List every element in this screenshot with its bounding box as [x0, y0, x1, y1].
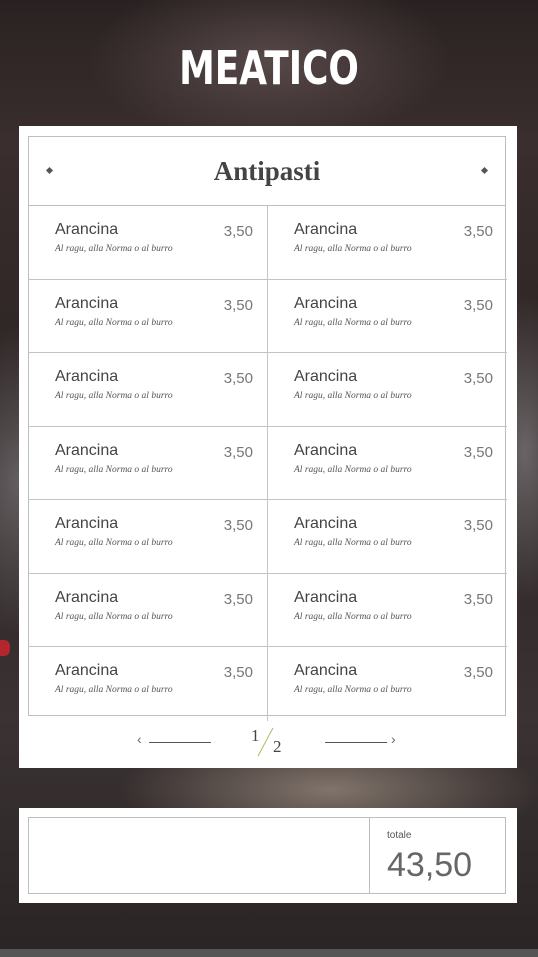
- item-name: Arancina: [55, 294, 119, 312]
- menu-item[interactable]: Arancina 3,50 Al ragu, alla Norma o al b…: [268, 427, 507, 500]
- item-description: Al ragu, alla Norma o al burro: [294, 464, 412, 475]
- current-page: 1: [251, 726, 260, 745]
- item-description: Al ragu, alla Norma o al burro: [55, 317, 173, 328]
- item-price: 3,50: [223, 296, 253, 314]
- item-description: Al ragu, alla Norma o al burro: [55, 685, 173, 695]
- item-description: Al ragu, alla Norma o al burro: [55, 464, 173, 475]
- diamond-icon: [45, 166, 54, 175]
- menu-item[interactable]: Arancina 3,50 Al ragu, alla Norma o al b…: [29, 500, 268, 574]
- item-name: Arancina: [55, 588, 119, 606]
- menu-item[interactable]: Arancina 3,50 Al ragu, alla Norma o al b…: [268, 280, 507, 353]
- item-description: Al ragu, alla Norma o al burro: [294, 391, 412, 401]
- item-price: 3,50: [223, 590, 253, 608]
- section-title: Antipasti: [213, 155, 321, 186]
- menu-item[interactable]: Arancina 3,50 Al ragu, alla Norma o al b…: [268, 206, 507, 280]
- item-name: Arancina: [55, 221, 119, 238]
- item-price: 3,50: [223, 664, 253, 681]
- order-summary-card: totale 43,50: [19, 808, 517, 903]
- item-price: 3,50: [463, 223, 493, 240]
- item-price: 3,50: [463, 443, 493, 461]
- item-price: 3,50: [223, 223, 253, 240]
- chevron-right-icon[interactable]: ›: [391, 731, 396, 747]
- menu-item[interactable]: Arancina 3,50 Al ragu, alla Norma o al b…: [29, 573, 268, 647]
- page-separator: [257, 727, 274, 757]
- item-description: Al ragu, alla Norma o al burro: [294, 317, 412, 328]
- item-name: Arancina: [55, 515, 119, 532]
- item-description: Al ragu, alla Norma o al burro: [294, 538, 412, 548]
- section-header: Antipasti: [29, 137, 505, 206]
- menu-item[interactable]: Arancina 3,50 Al ragu, alla Norma o al b…: [268, 353, 507, 427]
- menu-item[interactable]: Arancina 3,50 Al ragu, alla Norma o al b…: [268, 574, 507, 647]
- menu-item[interactable]: Arancina 3,50 Al ragu, alla Norma o al b…: [29, 426, 268, 500]
- item-price: 3,50: [463, 517, 493, 534]
- item-name: Arancina: [55, 368, 119, 385]
- item-description: Al ragu, alla Norma o al burro: [55, 538, 173, 548]
- pagination: ‹ 1 2 ›: [19, 726, 517, 758]
- menu-grid: Arancina 3,50 Al ragu, alla Norma o al b…: [29, 206, 507, 721]
- total-label: totale: [387, 830, 412, 841]
- item-description: Al ragu, alla Norma o al burro: [55, 391, 173, 401]
- item-price: 3,50: [223, 517, 253, 534]
- menu-item[interactable]: Arancina 3,50 Al ragu, alla Norma o al b…: [29, 647, 268, 721]
- order-summary-frame: totale 43,50: [28, 817, 506, 894]
- total-value: 43,50: [387, 846, 473, 884]
- bottom-bar: [0, 949, 538, 957]
- item-name: Arancina: [55, 662, 119, 679]
- item-price: 3,50: [223, 443, 253, 461]
- diamond-icon: [480, 166, 489, 175]
- menu-frame: Antipasti Arancina 3,50 Al ragu, alla No…: [28, 136, 507, 721]
- menu-item[interactable]: Arancina 3,50 Al ragu, alla Norma o al b…: [29, 353, 268, 427]
- menu-item[interactable]: Arancina 3,50 Al ragu, alla Norma o al b…: [29, 206, 268, 280]
- item-name: Arancina: [294, 441, 358, 459]
- item-description: Al ragu, alla Norma o al burro: [294, 244, 412, 254]
- item-price: 3,50: [463, 590, 493, 608]
- item-description: Al ragu, alla Norma o al burro: [294, 611, 412, 622]
- chevron-left-icon[interactable]: ‹: [137, 731, 142, 747]
- pager-line-right: [325, 742, 387, 743]
- item-description: Al ragu, alla Norma o al burro: [294, 685, 412, 695]
- item-name: Arancina: [294, 294, 358, 312]
- item-name: Arancina: [294, 515, 358, 532]
- menu-card: Antipasti Arancina 3,50 Al ragu, alla No…: [19, 126, 517, 768]
- item-name: Arancina: [294, 368, 358, 385]
- menu-item[interactable]: Arancina 3,50 Al ragu, alla Norma o al b…: [268, 500, 507, 574]
- item-description: Al ragu, alla Norma o al burro: [55, 611, 173, 622]
- item-name: Arancina: [294, 221, 358, 238]
- item-price: 3,50: [463, 296, 493, 314]
- total-pages: 2: [273, 737, 282, 756]
- order-items-area[interactable]: [29, 818, 370, 893]
- item-price: 3,50: [463, 664, 493, 681]
- pager-line-left: [149, 742, 211, 743]
- item-description: Al ragu, alla Norma o al burro: [55, 244, 173, 254]
- menu-item[interactable]: Arancina 3,50 Al ragu, alla Norma o al b…: [29, 279, 268, 353]
- item-name: Arancina: [294, 662, 358, 679]
- brand-logo: MEATICO: [179, 41, 359, 95]
- item-name: Arancina: [294, 588, 358, 606]
- menu-item[interactable]: Arancina 3,50 Al ragu, alla Norma o al b…: [268, 647, 507, 721]
- background-accent: [0, 640, 10, 656]
- item-price: 3,50: [223, 370, 253, 387]
- item-price: 3,50: [463, 370, 493, 387]
- item-name: Arancina: [55, 441, 119, 459]
